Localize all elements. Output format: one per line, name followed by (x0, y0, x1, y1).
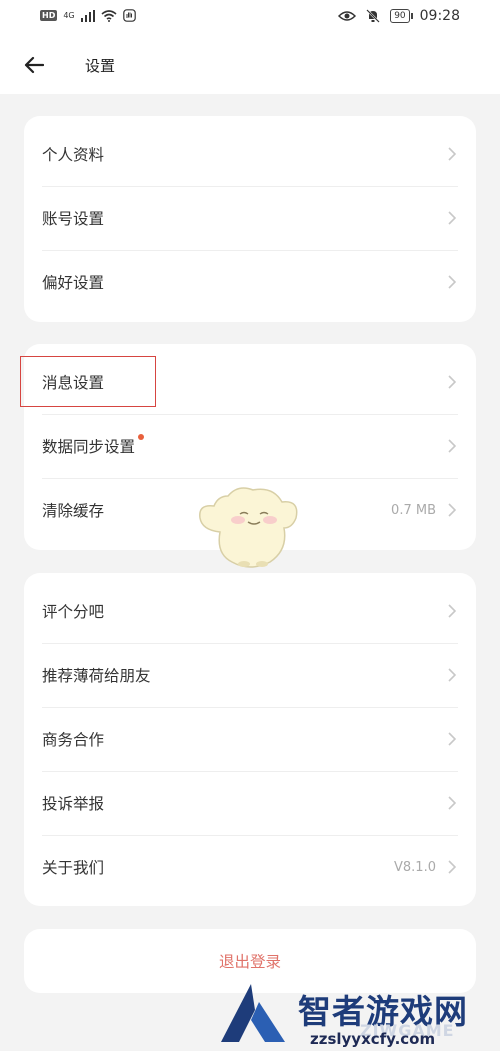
row-label: 数据同步设置 (42, 438, 136, 456)
row-label: 投诉举报 (42, 795, 105, 813)
chevron-right-icon (448, 795, 458, 811)
logout-label: 退出登录 (218, 953, 281, 971)
row-label: 账号设置 (42, 210, 105, 228)
chevron-right-icon (448, 438, 458, 454)
row-about-us[interactable]: 关于我们 V8.1.0 (42, 835, 458, 899)
row-label: 偏好设置 (42, 274, 105, 292)
mute-bell-icon (366, 9, 380, 23)
status-bar: HD 4G 90 09:28 (0, 0, 500, 36)
chevron-right-icon (448, 274, 458, 290)
watermark-logo-icon (221, 984, 285, 1042)
watermark-url: zzslyyxcfy.com (310, 1030, 436, 1048)
wifi-icon (101, 9, 117, 22)
row-label: 清除缓存 (42, 502, 105, 520)
back-button[interactable] (20, 51, 48, 79)
hd-badge: HD (40, 10, 58, 21)
chevron-right-icon (448, 146, 458, 162)
row-rate-app[interactable]: 评个分吧 (42, 579, 458, 644)
row-label: 消息设置 (42, 374, 105, 392)
mascot-sticker (199, 487, 298, 568)
chevron-right-icon (448, 210, 458, 226)
battery-indicator: 90 (390, 9, 414, 23)
clock: 09:28 (419, 8, 460, 24)
row-message-settings[interactable]: 消息设置 (42, 350, 458, 415)
eye-icon (338, 11, 357, 21)
row-label: 推荐薄荷给朋友 (42, 667, 151, 685)
chevron-right-icon (448, 731, 458, 747)
row-profile[interactable]: 个人资料 (42, 122, 458, 187)
row-label: 关于我们 (42, 859, 105, 877)
settings-group-about: 评个分吧 推荐薄荷给朋友 商务合作 投诉举报 关于我们 V8.1.0 (24, 573, 476, 906)
chevron-right-icon (448, 374, 458, 390)
app-header: 设置 (0, 36, 500, 94)
settings-group-account: 个人资料 账号设置 偏好设置 (24, 116, 476, 322)
cache-size: 0.7 MB (391, 502, 436, 518)
status-right: 90 09:28 (338, 8, 460, 24)
row-account-settings[interactable]: 账号设置 (42, 186, 458, 251)
network-type: 4G (63, 11, 75, 20)
row-label: 评个分吧 (42, 603, 105, 621)
status-left: HD 4G (40, 9, 136, 22)
chevron-right-icon (448, 859, 458, 875)
row-preferences[interactable]: 偏好设置 (42, 250, 458, 314)
chevron-right-icon (448, 667, 458, 683)
row-label: 个人资料 (42, 146, 105, 164)
arrow-left-icon (24, 56, 44, 74)
row-business[interactable]: 商务合作 (42, 707, 458, 772)
row-report[interactable]: 投诉举报 (42, 771, 458, 836)
page-title: 设置 (85, 57, 116, 75)
hand-icon (122, 9, 136, 22)
chevron-right-icon (448, 502, 458, 518)
row-data-sync[interactable]: 数据同步设置 (42, 414, 458, 479)
app-version: V8.1.0 (394, 859, 436, 875)
signal-icon (80, 9, 95, 22)
new-badge-dot (138, 434, 145, 440)
row-label: 商务合作 (42, 731, 105, 749)
row-recommend[interactable]: 推荐薄荷给朋友 (42, 643, 458, 708)
chevron-right-icon (448, 603, 458, 619)
